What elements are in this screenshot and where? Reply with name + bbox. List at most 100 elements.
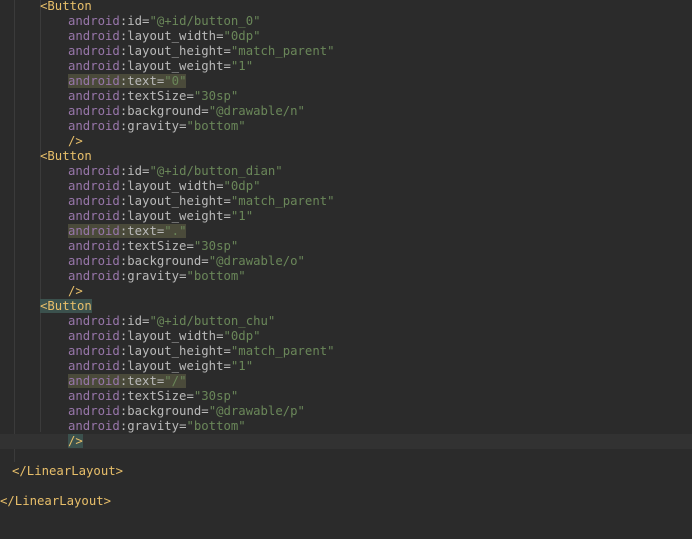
- code-line-content: android:gravity="bottom": [68, 119, 246, 134]
- code-line-content: <Button: [40, 299, 92, 314]
- code-line-content: android:layout_height="match_parent": [68, 344, 335, 359]
- code-line[interactable]: android:layout_width="0dp": [0, 29, 692, 44]
- attribute-value: "30sp": [193, 89, 239, 103]
- code-line-content: </LinearLayout>: [0, 494, 111, 509]
- code-line[interactable]: </LinearLayout>: [0, 494, 692, 509]
- code-line-content: />: [68, 134, 83, 149]
- code-line-content: android:textSize="30sp": [68, 89, 238, 104]
- attribute-namespace: android: [68, 269, 120, 283]
- code-line[interactable]: <Button: [0, 0, 692, 14]
- code-line[interactable]: <Button: [0, 299, 692, 314]
- code-line[interactable]: <Button: [0, 149, 692, 164]
- attribute-equals: =: [223, 194, 231, 208]
- attribute-namespace: android: [68, 209, 120, 223]
- code-line[interactable]: />: [0, 134, 692, 149]
- code-line[interactable]: android:textSize="30sp": [0, 239, 692, 254]
- attribute-key: android:textSize=: [68, 239, 194, 253]
- attribute-key: android:layout_weight=: [68, 59, 231, 73]
- code-line[interactable]: android:id="@+id/button_0": [0, 14, 692, 29]
- code-line-content: </LinearLayout>: [12, 464, 123, 479]
- code-line[interactable]: android:id="@+id/button_dian": [0, 164, 692, 179]
- attribute-key: android:layout_width=: [68, 329, 223, 343]
- attribute-namespace: android: [68, 314, 120, 328]
- attribute-equals: =: [186, 389, 194, 403]
- attribute-namespace: android: [68, 254, 120, 268]
- code-line[interactable]: android:layout_weight="1": [0, 359, 692, 374]
- code-line[interactable]: android:background="@drawable/n": [0, 104, 692, 119]
- code-line[interactable]: android:textSize="30sp": [0, 89, 692, 104]
- code-line[interactable]: android:layout_weight="1": [0, 59, 692, 74]
- attribute-name: gravity: [127, 119, 180, 133]
- attribute-name: background: [127, 254, 202, 268]
- attribute-name: textSize: [127, 89, 187, 103]
- code-line-content: android:layout_height="match_parent": [68, 44, 335, 59]
- attribute-namespace: android: [68, 14, 120, 28]
- attribute-equals: =: [223, 344, 231, 358]
- code-line[interactable]: />: [0, 434, 692, 449]
- attribute-value: "1": [230, 359, 254, 373]
- code-line[interactable]: android:layout_height="match_parent": [0, 44, 692, 59]
- attribute-name: background: [127, 404, 202, 418]
- attribute-key: android:layout_width=: [68, 29, 223, 43]
- code-line[interactable]: [0, 479, 692, 494]
- code-line[interactable]: android:gravity="bottom": [0, 269, 692, 284]
- attribute-name: textSize: [127, 239, 187, 253]
- code-line[interactable]: android:text=".": [0, 224, 692, 239]
- code-line[interactable]: android:text="0": [0, 74, 692, 89]
- code-line[interactable]: [0, 449, 692, 464]
- attribute-equals: =: [223, 44, 231, 58]
- code-line-content: android:layout_width="0dp": [68, 29, 261, 44]
- attribute-namespace: android: [68, 389, 120, 403]
- code-line-content: android:text=".": [68, 224, 187, 239]
- code-line[interactable]: android:gravity="bottom": [0, 419, 692, 434]
- attribute-name: layout_height: [127, 344, 224, 358]
- code-line[interactable]: android:layout_height="match_parent": [0, 194, 692, 209]
- code-line-content: />: [68, 284, 83, 299]
- code-line[interactable]: android:gravity="bottom": [0, 119, 692, 134]
- attribute-name: textSize: [127, 389, 187, 403]
- code-line-content: android:gravity="bottom": [68, 419, 246, 434]
- code-line[interactable]: </LinearLayout>: [0, 464, 692, 479]
- attribute-value: "1": [230, 59, 254, 73]
- attribute-value: ".": [164, 224, 187, 238]
- attribute-key: android:text=: [68, 74, 165, 88]
- attribute-name: layout_width: [127, 29, 217, 43]
- code-line-content: android:id="@+id/button_chu": [68, 314, 275, 329]
- code-line[interactable]: android:background="@drawable/o": [0, 254, 692, 269]
- attribute-namespace: android: [68, 344, 120, 358]
- xml-open-tag: <Button: [40, 299, 92, 313]
- code-line[interactable]: android:background="@drawable/p": [0, 404, 692, 419]
- code-line[interactable]: android:layout_weight="1": [0, 209, 692, 224]
- attribute-value: "@drawable/p": [208, 404, 305, 418]
- code-line-content: />: [68, 434, 83, 449]
- attribute-name: layout_height: [127, 44, 224, 58]
- code-line[interactable]: android:layout_width="0dp": [0, 329, 692, 344]
- code-line[interactable]: android:textSize="30sp": [0, 389, 692, 404]
- attribute-value: "0": [164, 74, 187, 88]
- attribute-namespace: android: [68, 179, 120, 193]
- attribute-namespace: android: [68, 74, 120, 88]
- attribute-namespace: android: [68, 89, 120, 103]
- attribute-value: "bottom": [186, 119, 246, 133]
- attribute-key: android:textSize=: [68, 89, 194, 103]
- attribute-namespace: android: [68, 329, 120, 343]
- attribute-value: "0dp": [223, 29, 261, 43]
- attribute-key: android:id=: [68, 164, 149, 178]
- code-line[interactable]: android:layout_width="0dp": [0, 179, 692, 194]
- attribute-namespace: android: [68, 44, 120, 58]
- code-line-content: android:textSize="30sp": [68, 239, 238, 254]
- attribute-key: android:layout_height=: [68, 194, 231, 208]
- code-editor[interactable]: <Button android:id="@+id/button_0" android…: [0, 0, 692, 539]
- code-line[interactable]: />: [0, 284, 692, 299]
- code-line-content: android:layout_weight="1": [68, 59, 253, 74]
- attribute-key: android:gravity=: [68, 119, 186, 133]
- attribute-namespace: android: [68, 419, 120, 433]
- code-line[interactable]: android:layout_height="match_parent": [0, 344, 692, 359]
- code-line-content: android:id="@+id/button_0": [68, 14, 261, 29]
- code-line[interactable]: android:id="@+id/button_chu": [0, 314, 692, 329]
- code-line[interactable]: android:text="/": [0, 374, 692, 389]
- attribute-value: "match_parent": [230, 344, 335, 358]
- attribute-key: android:gravity=: [68, 269, 186, 283]
- attribute-namespace: android: [68, 59, 120, 73]
- attribute-namespace: android: [68, 224, 120, 238]
